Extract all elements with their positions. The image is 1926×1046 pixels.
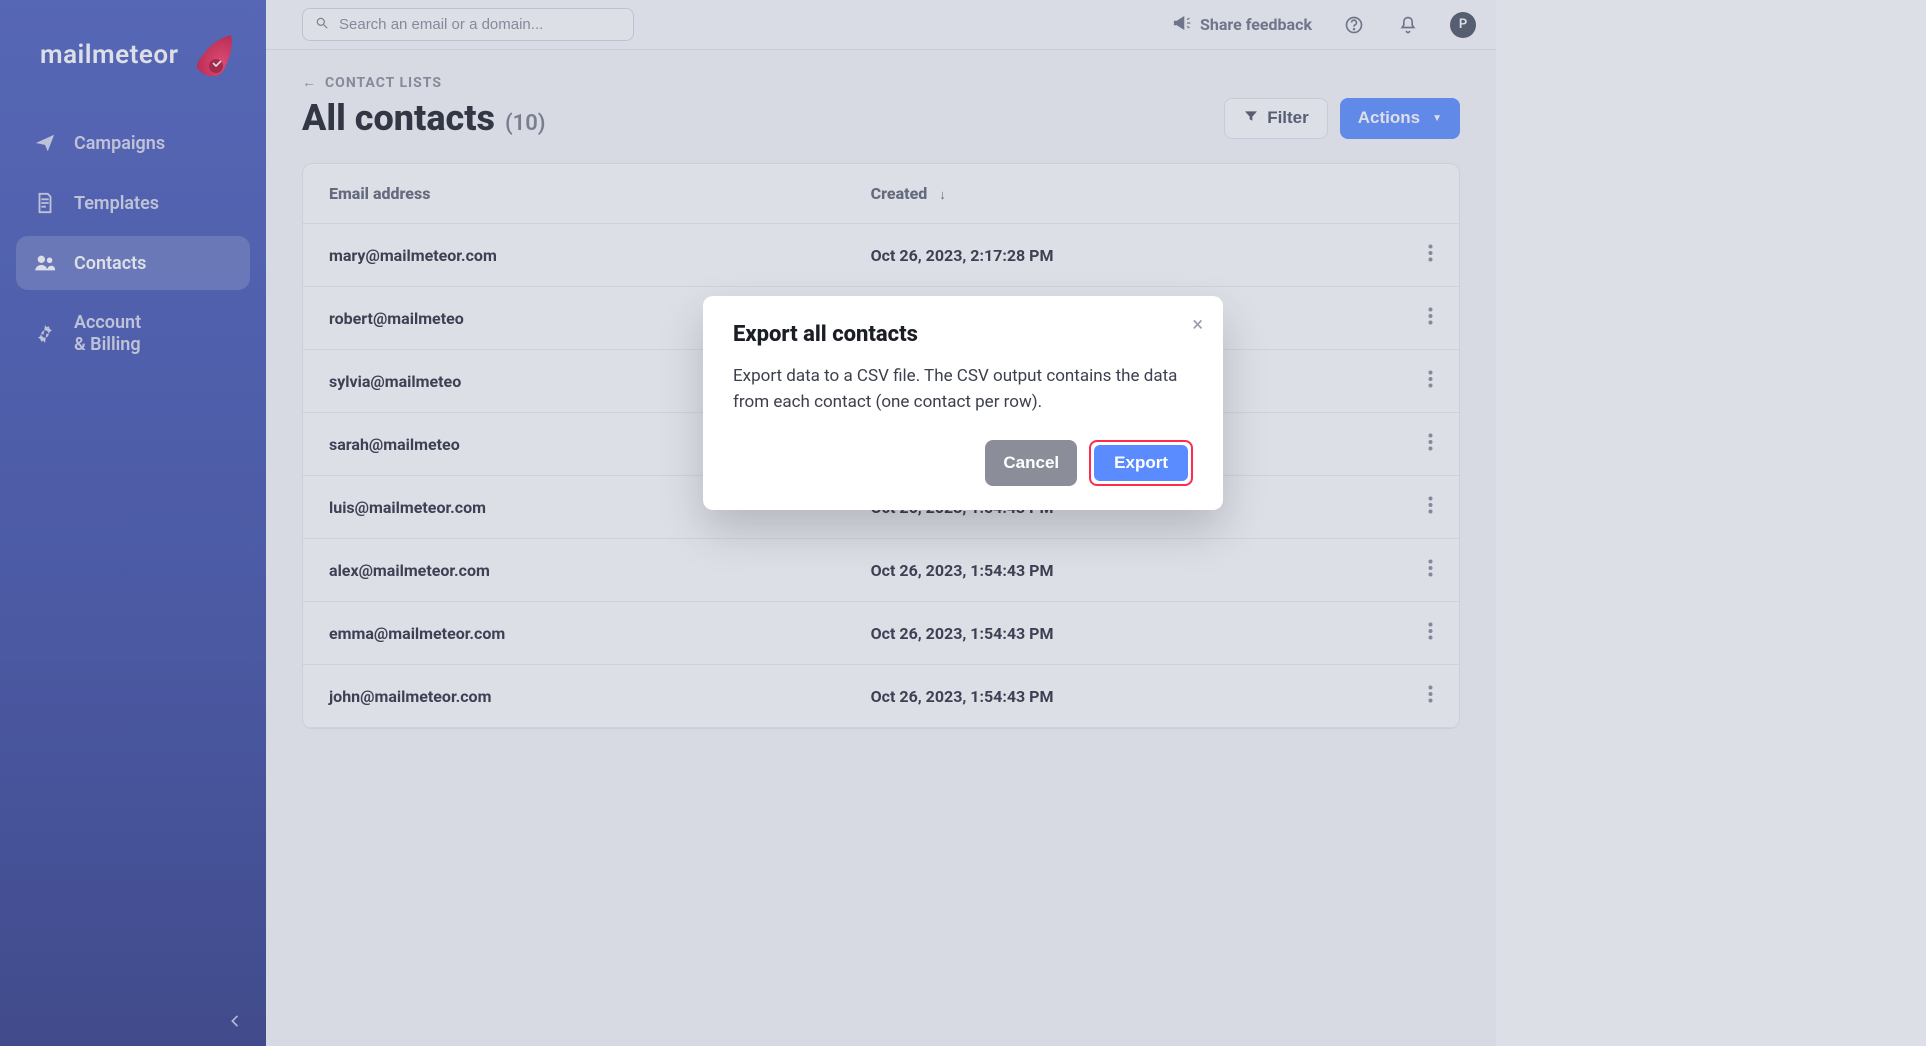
export-button-highlight: Export — [1089, 440, 1193, 486]
modal-actions: Cancel Export — [733, 440, 1193, 486]
modal-overlay[interactable]: × Export all contacts Export data to a C… — [0, 0, 1926, 1046]
export-modal: × Export all contacts Export data to a C… — [703, 296, 1223, 510]
close-icon[interactable]: × — [1192, 314, 1203, 334]
export-button[interactable]: Export — [1094, 445, 1188, 481]
modal-title: Export all contacts — [733, 322, 1193, 347]
cancel-button[interactable]: Cancel — [985, 440, 1077, 486]
modal-body: Export data to a CSV file. The CSV outpu… — [733, 363, 1193, 416]
